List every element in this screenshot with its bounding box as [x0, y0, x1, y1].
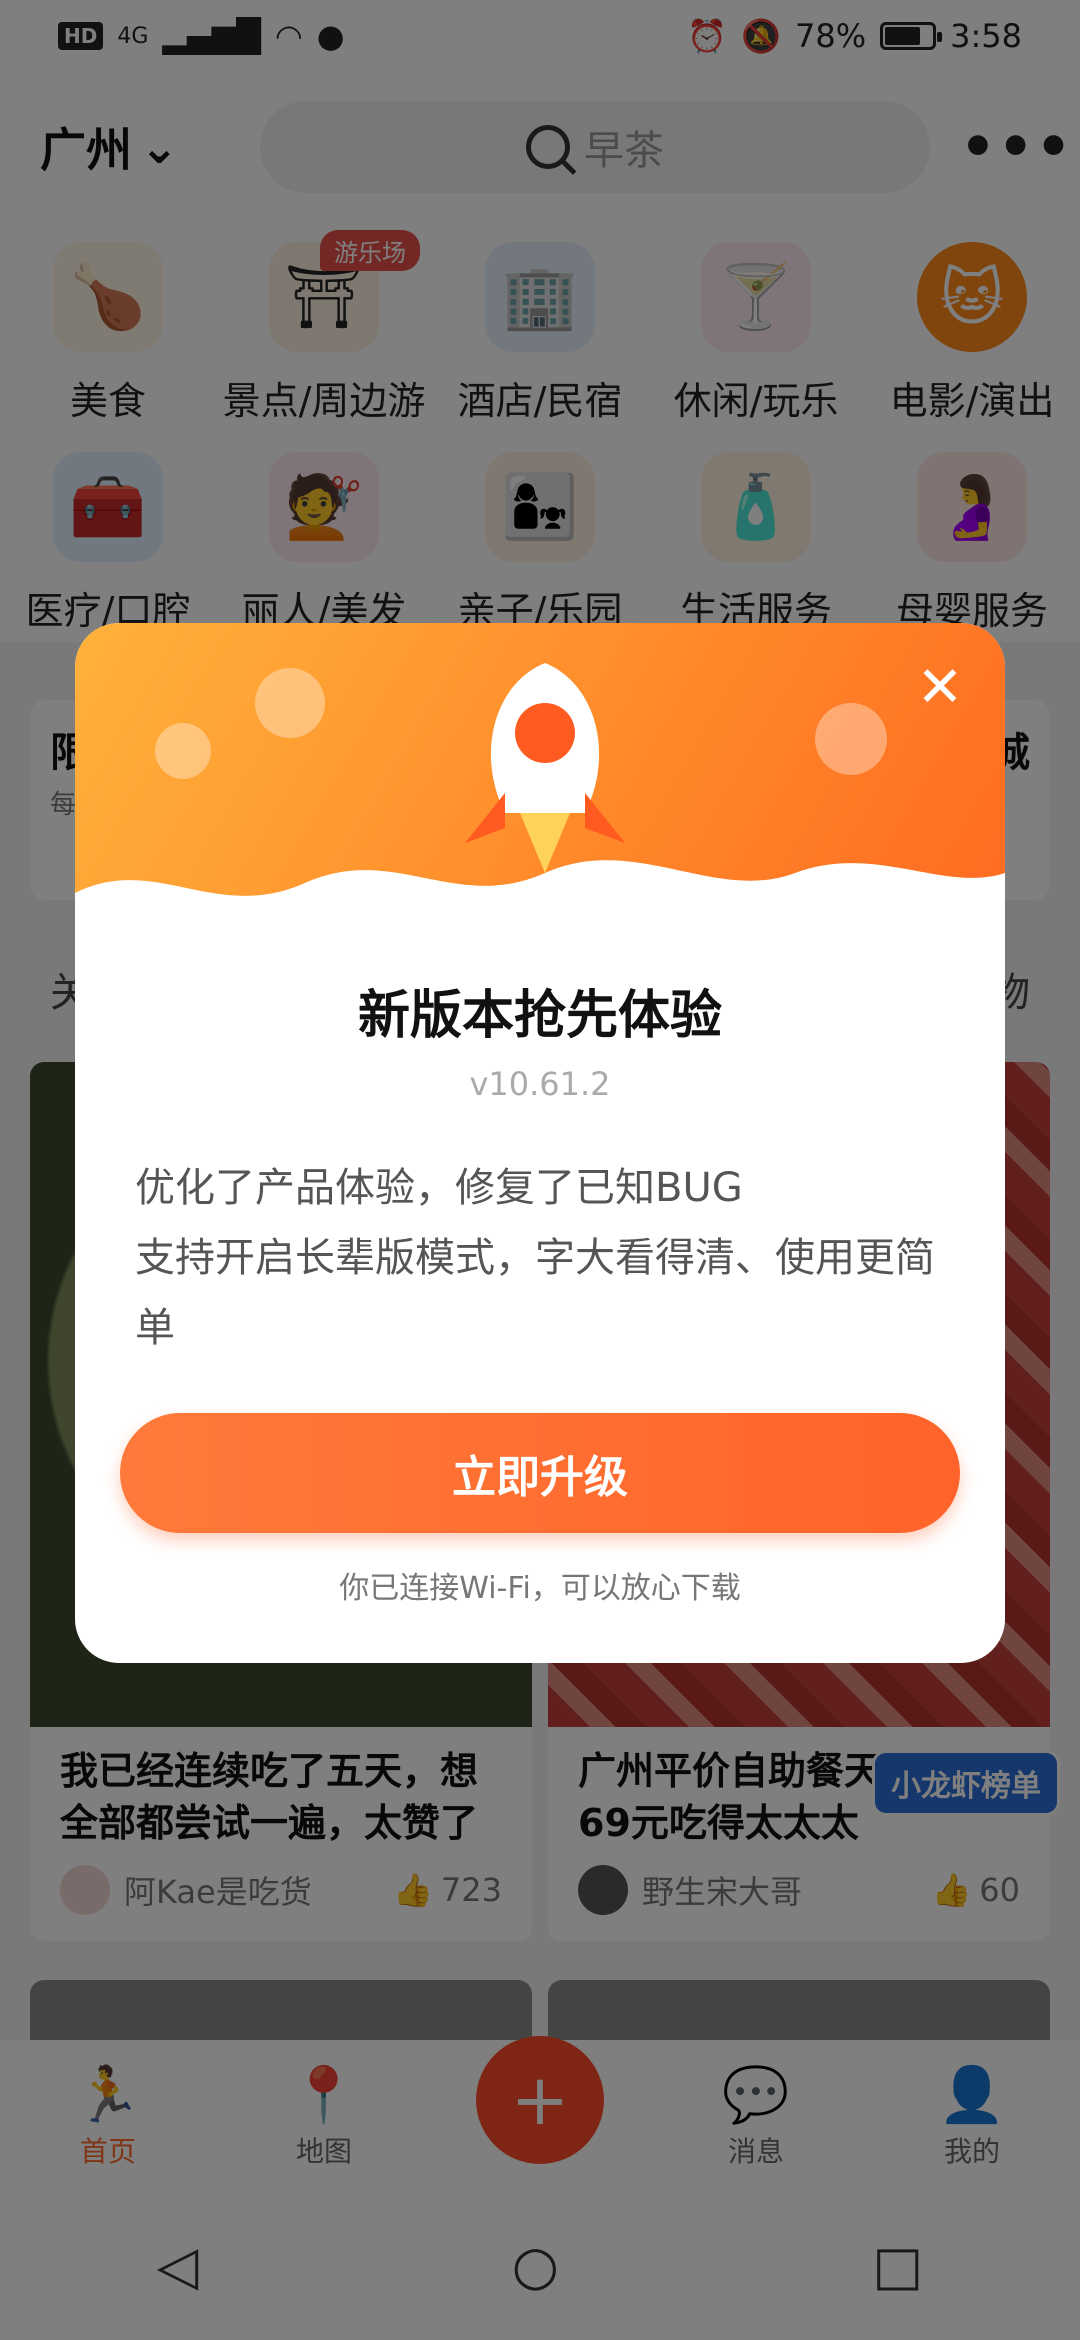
- close-icon[interactable]: ✕: [905, 653, 975, 723]
- coin-decoration: [255, 668, 325, 738]
- upgrade-now-button[interactable]: 立即升级: [120, 1413, 960, 1533]
- cloud-decoration: [75, 860, 1005, 973]
- coin-decoration: [815, 703, 887, 775]
- wifi-download-note: 你已连接Wi-Fi，可以放心下载: [339, 1571, 741, 1606]
- release-notes: 优化了产品体验，修复了已知BUG 支持开启长辈版模式，字大看得清、使用更简单: [135, 1153, 955, 1363]
- release-note-line: 支持开启长辈版模式，字大看得清、使用更简单: [135, 1235, 935, 1351]
- coin-decoration: [155, 723, 211, 779]
- dialog-title: 新版本抢先体验: [357, 986, 722, 1046]
- release-note-line: 优化了产品体验，修复了已知BUG: [135, 1165, 743, 1211]
- dialog-hero: [75, 623, 1005, 973]
- update-dialog: ✕ 新版本抢先体验 v10.61.2 优化了产品体验，修复了已知BUG 支持开启…: [75, 623, 1005, 1663]
- version-number: v10.61.2: [469, 1065, 611, 1103]
